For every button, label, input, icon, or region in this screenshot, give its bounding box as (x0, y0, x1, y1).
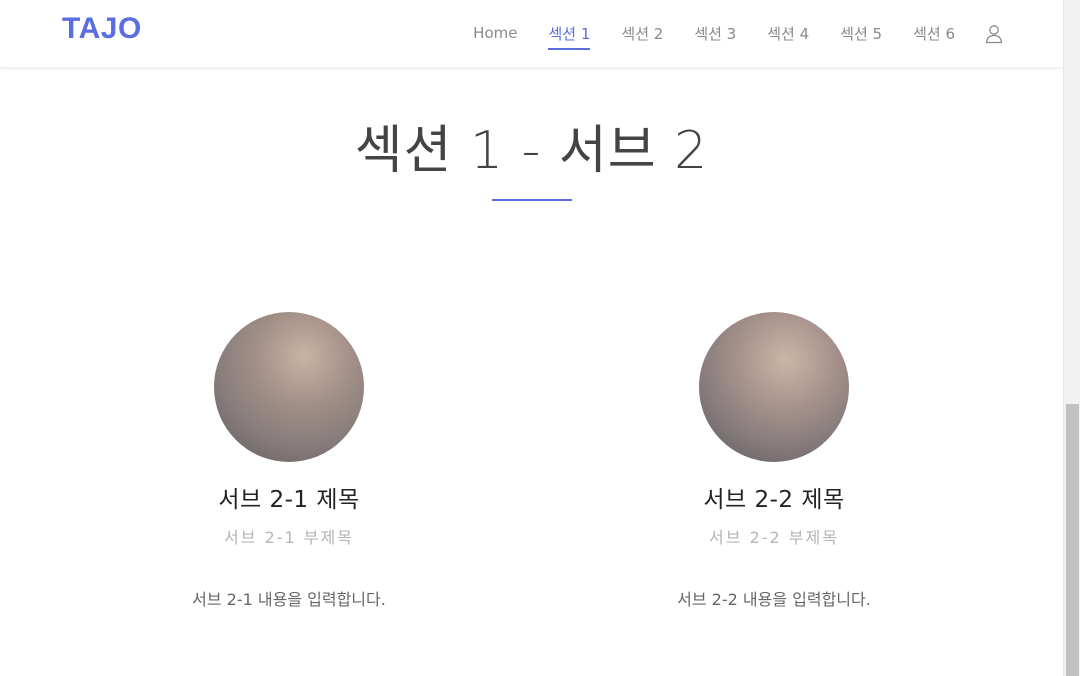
nav-item-section-6[interactable]: 섹션 6 (913, 19, 955, 50)
nav-item-section-2[interactable]: 섹션 2 (621, 19, 663, 50)
title-underline (492, 199, 572, 201)
page-viewport: TAJO Home 섹션 1 섹션 2 섹션 3 섹션 4 섹션 5 섹션 6 … (0, 0, 1063, 676)
navbar: TAJO Home 섹션 1 섹션 2 섹션 3 섹션 4 섹션 5 섹션 6 (0, 0, 1063, 68)
logo[interactable]: TAJO (62, 12, 142, 46)
card-image (214, 312, 364, 462)
nav-item-section-1[interactable]: 섹션 1 (548, 19, 590, 50)
nav-item-home[interactable]: Home (473, 20, 517, 48)
section-title: 섹션 1 - 서브 2 (354, 121, 709, 181)
card-title: 서브 2-2 제목 (703, 487, 845, 513)
card-subtitle: 서브 2-2 부제목 (709, 528, 839, 547)
nav-item-section-5[interactable]: 섹션 5 (840, 19, 882, 50)
vertical-scrollbar[interactable] (1063, 0, 1080, 676)
card-image (699, 312, 849, 462)
card-body: 서브 2-1 내용을 입력합니다. (192, 590, 386, 609)
main-nav: Home 섹션 1 섹션 2 섹션 3 섹션 4 섹션 5 섹션 6 (442, 0, 1003, 68)
card-body: 서브 2-2 내용을 입력합니다. (677, 590, 871, 609)
scrollbar-thumb[interactable] (1066, 404, 1079, 676)
user-icon[interactable] (985, 24, 1003, 44)
card-subtitle: 서브 2-1 부제목 (224, 528, 354, 547)
nav-item-section-3[interactable]: 섹션 3 (694, 19, 736, 50)
card-sub-2-2: 서브 2-2 제목 서브 2-2 부제목 서브 2-2 내용을 입력합니다. (624, 312, 924, 610)
card-sub-2-1: 서브 2-1 제목 서브 2-1 부제목 서브 2-1 내용을 입력합니다. (139, 312, 439, 610)
nav-item-section-4[interactable]: 섹션 4 (767, 19, 809, 50)
card-title: 서브 2-1 제목 (218, 487, 360, 513)
